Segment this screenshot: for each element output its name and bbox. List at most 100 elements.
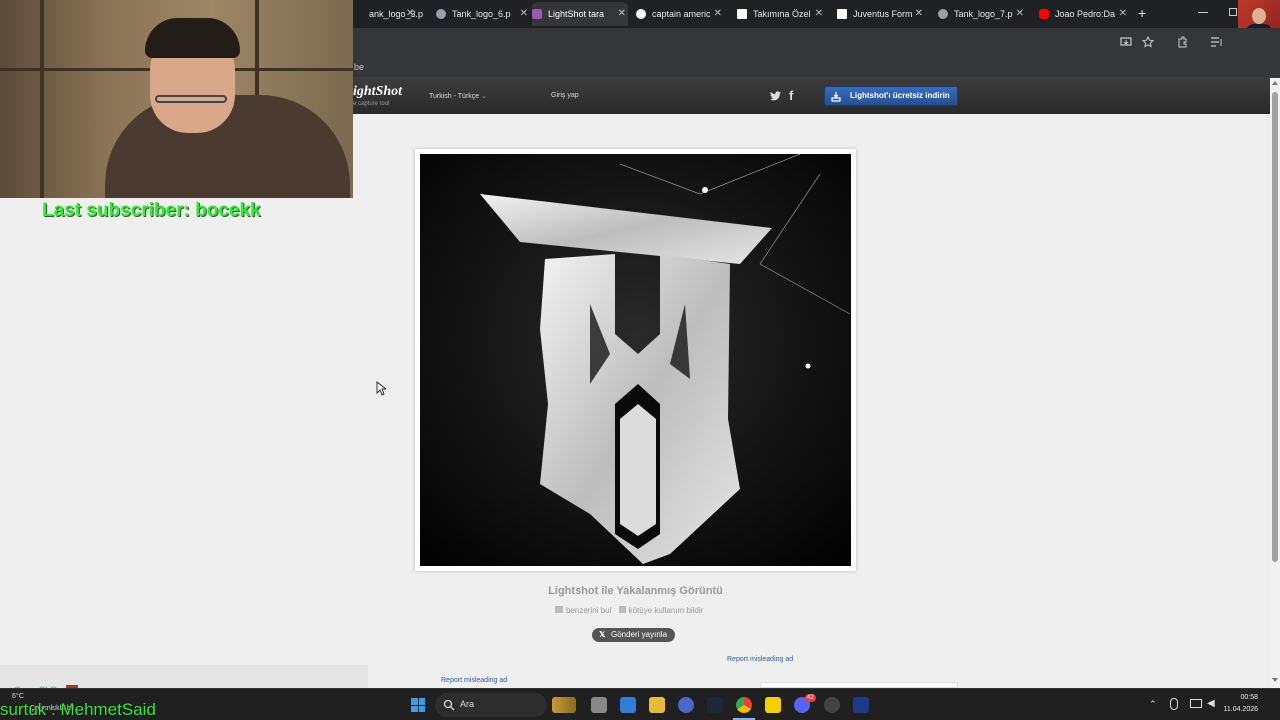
facebook-icon[interactable]: f (789, 88, 793, 103)
calculator-icon[interactable] (620, 697, 636, 713)
chrome-icon[interactable] (736, 697, 752, 713)
tab-close-icon[interactable]: ✕ (1016, 2, 1024, 26)
tab-lightshot[interactable]: LightShot tara ✕ (532, 2, 628, 26)
person-hair (145, 18, 240, 58)
logo-emblem-inner (620, 404, 656, 536)
tab-label: LightShot tara (548, 9, 605, 19)
task-view-icon[interactable] (591, 697, 607, 713)
weather-temp[interactable]: 6°C (12, 693, 24, 700)
tab-close-icon[interactable]: ✕ (618, 2, 626, 26)
cabinet-line (40, 0, 44, 198)
bookmark-item[interactable]: be (354, 62, 364, 72)
tweet-button-label: Gönderi yayınla (611, 630, 668, 639)
scrollbar-thumb[interactable] (1272, 92, 1278, 562)
flag-icon (618, 606, 626, 613)
tab-tank-logo-3[interactable]: ank_logo_3.p (353, 2, 433, 26)
search-icon (443, 699, 455, 711)
report-abuse-link[interactable]: kötüye kullanım bildir (629, 606, 704, 615)
page-scrollbar[interactable] (1270, 78, 1280, 688)
glasses (155, 95, 227, 103)
tab-takimina-ozel[interactable]: Takımına Özel ✕ (737, 2, 825, 26)
maximize-icon[interactable] (1229, 8, 1237, 16)
screenshot-actions: benzerini bul kötüye kullanım bildir (555, 606, 703, 615)
tweet-button[interactable]: 𝕏 Gönderi yayınla (592, 628, 675, 642)
light-flare (805, 363, 811, 369)
tab-label: Joao Pedro:Da (1055, 9, 1116, 19)
steam-icon[interactable] (707, 697, 723, 713)
tab-close-icon[interactable]: ✕ (520, 2, 528, 26)
microphone-icon[interactable] (1170, 698, 1178, 710)
login-link[interactable]: Giriş yap (551, 92, 579, 99)
lightshot-taskbar-icon[interactable] (853, 697, 869, 713)
discord-badge: 42 (805, 694, 816, 702)
twitter-icon[interactable] (770, 91, 781, 101)
clock-time[interactable]: 00:58 (1220, 694, 1258, 701)
download-lightshot-button[interactable]: Lightshot'ı ücretsiz indirin (824, 86, 958, 106)
chevron-down-icon: ⌄ (481, 93, 488, 100)
extensions-icon[interactable] (1176, 36, 1188, 48)
report-ad-link[interactable]: Report misleading ad (727, 656, 793, 663)
scroll-up-arrow-icon[interactable] (1272, 81, 1278, 85)
globe-icon (436, 9, 446, 19)
tab-close-icon[interactable]: ✕ (915, 2, 923, 26)
youtube-icon (1039, 9, 1049, 19)
file-explorer-icon[interactable] (649, 697, 665, 713)
screenshot-frame (415, 149, 856, 571)
person-face-icon (1252, 8, 1266, 24)
last-subscriber-text: Last subscriber: bocekk (42, 200, 261, 221)
obs-icon[interactable] (824, 697, 840, 713)
tab-label: Tank_logo_7.p (954, 9, 1013, 19)
tab-tank-logo-6[interactable]: Tank_logo_6.p ✕ (436, 2, 530, 26)
language-label: Turkish - Türkçe (429, 93, 480, 100)
globe-icon (938, 9, 948, 19)
find-similar-link[interactable]: benzerini bul (566, 606, 611, 615)
network-icon[interactable] (1190, 699, 1202, 708)
notes-icon[interactable] (765, 697, 781, 713)
bottom-overlay-text: surtuk : MehmetSaid (0, 700, 156, 719)
site-icon (837, 9, 847, 19)
minimize-icon[interactable] (1198, 12, 1208, 13)
lightshot-logo[interactable]: ightShot (353, 84, 402, 100)
lightshot-logo-subtitle: e capture tool (353, 101, 390, 107)
tab-label: Takımına Özel (753, 9, 811, 19)
tab-label: captain americ (652, 9, 711, 19)
google-icon (636, 9, 646, 19)
chevron-up-icon[interactable]: ⌃ (1149, 699, 1157, 710)
scroll-down-arrow-icon[interactable] (1272, 678, 1278, 682)
language-select[interactable]: Turkish - Türkçe ⌄ (429, 92, 487, 100)
search-placeholder: Ara (460, 699, 475, 709)
tab-joao-pedro[interactable]: Joao Pedro:Da ✕ (1039, 2, 1129, 26)
tab-close-icon[interactable]: ✕ (815, 2, 823, 26)
x-logo-icon: 𝕏 (599, 630, 606, 639)
download-button-label: Lightshot'ı ücretsiz indirin (850, 91, 950, 100)
media-control-icon[interactable] (1210, 36, 1224, 48)
clock-date[interactable]: 11.04.2026 (1210, 706, 1258, 713)
star-icon[interactable] (1142, 36, 1154, 48)
tab-close-icon[interactable]: ✕ (1119, 2, 1127, 26)
tab-tank-logo-7[interactable]: Tank_logo_7.p ✕ (938, 2, 1026, 26)
app-icon[interactable] (678, 697, 694, 713)
mouse-cursor-icon (376, 381, 386, 396)
install-app-icon[interactable] (1120, 36, 1132, 48)
webcam-overlay (0, 0, 353, 198)
lightshot-icon (532, 9, 542, 19)
download-cloud-icon (831, 92, 841, 102)
tab-close-icon[interactable]: ✕ (714, 2, 722, 26)
screenshot-caption: Lightshot ile Yakalanmış Görüntü (548, 585, 723, 597)
search-highlight-icon[interactable] (552, 697, 576, 713)
windows-start-icon[interactable] (411, 698, 425, 712)
tab-label: Juventus Form (853, 9, 913, 19)
windows-taskbar: 6°C Çoğunlukla b... Ara 42 ⌃ ◀ 00:58 11.… (0, 688, 1280, 720)
tab-juventus-form[interactable]: Juventus Form ✕ (837, 2, 925, 26)
light-flare (702, 187, 708, 193)
taskbar-search-box[interactable]: Ara (435, 693, 547, 717)
tab-captain-america[interactable]: captain americ ✕ (636, 2, 724, 26)
site-icon (737, 9, 747, 19)
tab-close-icon[interactable]: ✕ (406, 8, 414, 19)
search-image-icon (555, 606, 563, 613)
tab-label: ank_logo_3.p (369, 9, 424, 19)
tab-label: Tank_logo_6.p (452, 9, 511, 19)
report-ad-link[interactable]: Report misleading ad (441, 677, 507, 684)
screenshot-image[interactable] (420, 154, 851, 566)
new-tab-button[interactable]: + (1138, 5, 1146, 21)
